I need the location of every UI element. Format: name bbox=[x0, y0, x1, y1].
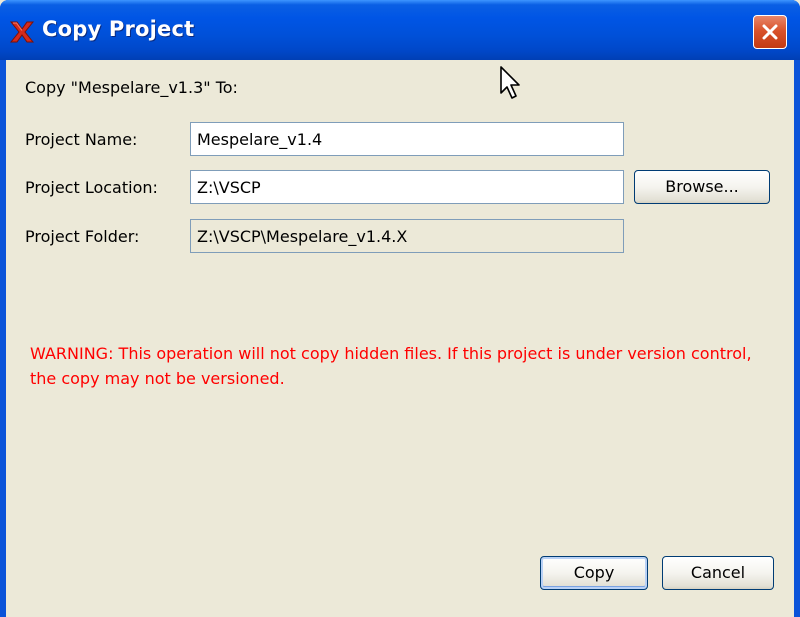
copy-heading: Copy "Mespelare_v1.3" To: bbox=[25, 78, 238, 97]
project-name-input[interactable] bbox=[190, 122, 624, 156]
close-button[interactable] bbox=[753, 15, 787, 49]
dialog-content: Copy "Mespelare_v1.3" To: Project Name: … bbox=[6, 60, 794, 617]
copy-project-dialog: Copy Project Copy "Mespelare_v1.3" To: P… bbox=[0, 0, 800, 617]
close-icon bbox=[762, 24, 778, 40]
x-logo-icon bbox=[8, 18, 36, 46]
project-location-input[interactable] bbox=[190, 170, 624, 204]
project-folder-label: Project Folder: bbox=[25, 227, 140, 246]
mouse-cursor-icon bbox=[499, 65, 525, 107]
warning-message: WARNING: This operation will not copy hi… bbox=[30, 344, 752, 388]
title-bar[interactable]: Copy Project bbox=[0, 0, 800, 60]
project-folder-field bbox=[190, 219, 624, 253]
project-name-label: Project Name: bbox=[25, 130, 138, 149]
cancel-button[interactable]: Cancel bbox=[662, 556, 774, 590]
window-title: Copy Project bbox=[42, 17, 195, 41]
project-location-label: Project Location: bbox=[25, 178, 158, 197]
browse-button[interactable]: Browse... bbox=[634, 170, 770, 204]
copy-button[interactable]: Copy bbox=[540, 556, 648, 590]
